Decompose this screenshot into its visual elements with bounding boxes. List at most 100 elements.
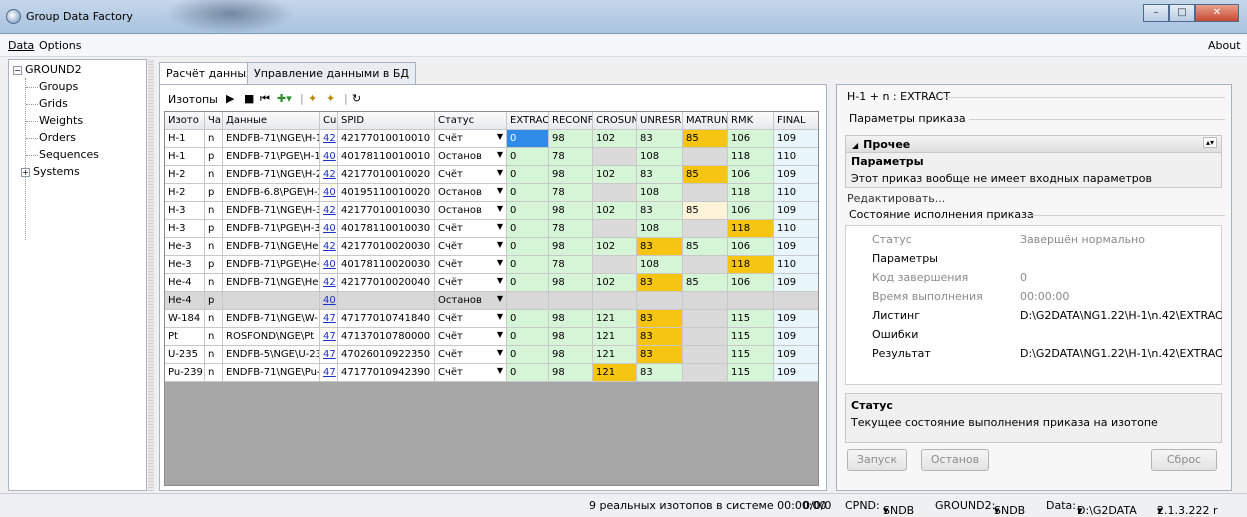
tree-root[interactable]: − GROUND2 [13,63,82,76]
play-icon[interactable]: ▶ [226,92,234,105]
table-row[interactable]: H-3 n ENDFB-71\NGE\H-3 42 42177010010030 Оста… [165,202,818,220]
chevron-down-icon[interactable]: ▼ [497,258,503,267]
cell-cu[interactable]: 40 [320,148,338,166]
cell-cu[interactable]: 42 [320,202,338,220]
col-final[interactable]: FINAL [774,112,818,130]
cell-status[interactable]: Счёт ▼ [435,130,507,148]
maximize-button[interactable]: □ [1169,4,1195,22]
chevron-down-icon[interactable]: ▼ [497,294,503,303]
cell-cu[interactable]: 42 [320,238,338,256]
table-row[interactable]: He-3 n ENDFB-71\NGE\He-3 42 42177010020030 Сч… [165,238,818,256]
cell-status[interactable]: Останов ▼ [435,184,507,202]
cell-cu[interactable]: 47 [320,328,338,346]
cell-cu[interactable]: 42 [320,166,338,184]
table-row[interactable]: He-4 p 40 Останов ▼ [165,292,818,310]
chevron-down-icon[interactable]: ▼ [497,366,503,375]
table-row[interactable]: U-235 n ENDFB-5\NGE\U-235 47 47026010922350 С… [165,346,818,364]
cell-cu[interactable]: 40 [320,256,338,274]
table-row[interactable]: H-1 p ENDFB-71\PGE\H-1 40 40178110010010 Оста… [165,148,818,166]
col-cu[interactable]: Cu [320,112,338,130]
splitter-handle[interactable] [148,59,154,491]
menu-data[interactable]: Data [8,39,34,52]
table-row[interactable]: He-3 p ENDFB-71\PGE\He-3 40 40178110020030 Сч… [165,256,818,274]
col-rmk[interactable]: RMK [728,112,774,130]
col-matrun[interactable]: MATRUN [683,112,728,130]
group-icon-2[interactable]: ✦ [326,92,335,105]
cell-status[interactable]: Счёт ▼ [435,274,507,292]
cell-status[interactable]: Счёт ▼ [435,346,507,364]
start-button[interactable]: Запуск [847,449,907,471]
expand-icon[interactable]: + [21,167,30,177]
chevron-down-icon[interactable]: ▼ [497,168,503,177]
chevron-down-icon[interactable]: ▼ [497,132,503,141]
chevron-down-icon[interactable]: ▼ [497,348,503,357]
cell-status[interactable]: Счёт ▼ [435,364,507,382]
refresh-icon[interactable]: ↻ [352,92,361,105]
tree-item-sequences[interactable]: Sequences [39,148,99,161]
cell-status[interactable]: Счёт ▼ [435,328,507,346]
chevron-down-icon[interactable]: ▼ [497,330,503,339]
table-row[interactable]: H-1 n ENDFB-71\NGE\H-1 42 42177010010010 Счёт… [165,130,818,148]
col-particle[interactable]: Ча [205,112,223,130]
col-spid[interactable]: SPID [338,112,435,130]
menu-about[interactable]: About [1208,39,1241,52]
col-status[interactable]: Статус [435,112,507,130]
tree-item-grids[interactable]: Grids [39,97,68,110]
col-isotope[interactable]: Изото [165,112,205,130]
cell-status[interactable]: Останов ▼ [435,292,507,310]
close-button[interactable]: ✕ [1195,4,1239,22]
cell-status[interactable]: Счёт ▼ [435,220,507,238]
section-other[interactable]: ◢ Прочее ▴▾ [845,135,1222,153]
tab-calc[interactable]: Расчёт данных [159,62,260,85]
table-row[interactable]: H-2 p ENDFB-6.8\PGE\H-2 40 40195110010020 Ост… [165,184,818,202]
tab-db-management[interactable]: Управление данными в БД [247,62,416,84]
cell-cu[interactable]: 47 [320,346,338,364]
chevron-down-icon[interactable]: ▼ [497,240,503,249]
cell-status[interactable]: Останов ▼ [435,202,507,220]
cell-cu[interactable]: 42 [320,274,338,292]
tree-item-weights[interactable]: Weights [39,114,83,127]
col-reconf[interactable]: RECONF [549,112,593,130]
cell-cu[interactable]: 40 [320,184,338,202]
collapse-icon[interactable]: ◢ [852,141,858,150]
add-icon[interactable]: ✚▾ [277,92,292,105]
table-row[interactable]: H-3 p ENDFB-71\PGE\H-3 40 40178110010030 Счёт… [165,220,818,238]
table-row[interactable]: Pu-239 n ENDFB-71\NGE\Pu-23947 471770109423… [165,364,818,382]
cell-status[interactable]: Счёт ▼ [435,238,507,256]
sort-icon[interactable]: ▴▾ [1202,137,1217,148]
chevron-down-icon[interactable]: ▼ [497,186,503,195]
col-unresr[interactable]: UNRESR [637,112,683,130]
cell-cu[interactable]: 42 [320,130,338,148]
chevron-down-icon[interactable]: ▼ [497,150,503,159]
menu-options[interactable]: Options [39,39,81,52]
edit-link[interactable]: Редактировать... [847,192,945,205]
rewind-icon[interactable]: ⏮ [260,92,270,106]
chevron-down-icon[interactable]: ▼ [497,204,503,213]
collapse-icon[interactable]: − [13,65,22,75]
table-row[interactable]: Pt n ROSFOND\NGE\Pt 47 47137010780000 Счёт ▼ 0 9… [165,328,818,346]
tree-item-orders[interactable]: Orders [39,131,76,144]
minimize-button[interactable]: – [1143,4,1169,22]
reset-button[interactable]: Сброс [1151,449,1217,471]
cell-status[interactable]: Останов ▼ [435,148,507,166]
group-icon-1[interactable]: ✦ [308,92,317,105]
col-data[interactable]: Данные [223,112,320,130]
col-crosun[interactable]: CROSUN [593,112,637,130]
stop-icon[interactable]: ■ [244,92,254,105]
stop-button[interactable]: Останов [921,449,989,471]
cell-status[interactable]: Счёт ▼ [435,310,507,328]
col-extract[interactable]: EXTRACT [507,112,549,130]
cell-status[interactable]: Счёт ▼ [435,166,507,184]
tree-item-groups[interactable]: Groups [39,80,78,93]
table-row[interactable]: W-184 n ENDFB-71\NGE\W-184 47 47177010741840… [165,310,818,328]
cell-cu[interactable]: 47 [320,364,338,382]
table-row[interactable]: He-4 n ENDFB-71\NGE\He-4 42 42177010020040 Сч… [165,274,818,292]
cell-status[interactable]: Счёт ▼ [435,256,507,274]
tree-item-systems[interactable]: + Systems [21,165,80,178]
cell-cu[interactable]: 40 [320,292,338,310]
cell-cu[interactable]: 40 [320,220,338,238]
chevron-down-icon[interactable]: ▼ [497,222,503,231]
chevron-down-icon[interactable]: ▼ [497,312,503,321]
cell-cu[interactable]: 47 [320,310,338,328]
chevron-down-icon[interactable]: ▼ [497,276,503,285]
